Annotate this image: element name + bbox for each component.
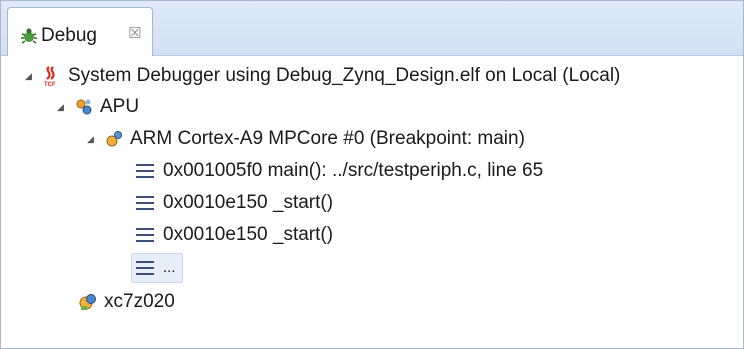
tree-item-session[interactable]: ◢ TCF System Debugger using Debug_Zynq_D…: [25, 61, 620, 91]
device-label: xc7z020: [104, 291, 175, 312]
svg-text:TCF: TCF: [44, 82, 56, 87]
tree-item-apu[interactable]: ◢ APU: [57, 92, 139, 122]
stack-frame-icon: [136, 228, 154, 242]
tab-debug[interactable]: Debug ☒: [7, 7, 153, 56]
stack-frame-icon: [136, 164, 154, 178]
close-icon[interactable]: ☒: [128, 24, 141, 44]
device-icon: [79, 294, 96, 310]
stack-frame-label: ...: [163, 259, 176, 276]
stack-frame-row[interactable]: 0x0010e150 _start(): [136, 188, 333, 218]
stack-frame-label: 0x0010e150 _start(): [163, 192, 334, 213]
stack-frame-label: 0x0010e150 _start(): [163, 224, 334, 245]
session-label: System Debugger using Debug_Zynq_Design.…: [68, 65, 621, 86]
tree-item-device[interactable]: xc7z020: [77, 287, 175, 317]
stack-frame-label: 0x001005f0 main(): ../src/testperiph.c, …: [163, 160, 544, 181]
expand-toggle-icon[interactable]: ◢: [25, 71, 35, 81]
stack-frame-icon: [136, 261, 154, 275]
expand-toggle-icon[interactable]: ◢: [57, 102, 67, 112]
core-label: ARM Cortex-A9 MPCore #0 (Breakpoint: mai…: [130, 128, 525, 149]
tree-item-core[interactable]: ◢ ARM Cortex-A9 MPCore #0 (Breakpoint: m…: [87, 124, 525, 154]
tcf-session-icon: TCF: [44, 66, 56, 87]
expand-toggle-icon[interactable]: ◢: [87, 134, 97, 144]
debug-tree: ◢ TCF System Debugger using Debug_Zynq_D…: [1, 57, 743, 347]
stack-frame-row[interactable]: 0x001005f0 main(): ../src/testperiph.c, …: [136, 156, 543, 186]
stack-frame-more-row[interactable]: ...: [131, 253, 183, 283]
debug-icon: [21, 28, 37, 44]
stack-frame-row[interactable]: 0x0010e150 _start(): [136, 220, 333, 250]
processor-group-icon: [76, 99, 92, 115]
apu-label: APU: [100, 96, 140, 117]
tab-label: Debug: [41, 25, 97, 46]
suspended-core-icon: [106, 131, 122, 147]
debug-view: Debug ☒ ◢ TCF System Debugger using Debu…: [0, 0, 744, 349]
stack-frame-icon: [136, 196, 154, 210]
view-tab-strip: Debug ☒: [1, 1, 743, 56]
